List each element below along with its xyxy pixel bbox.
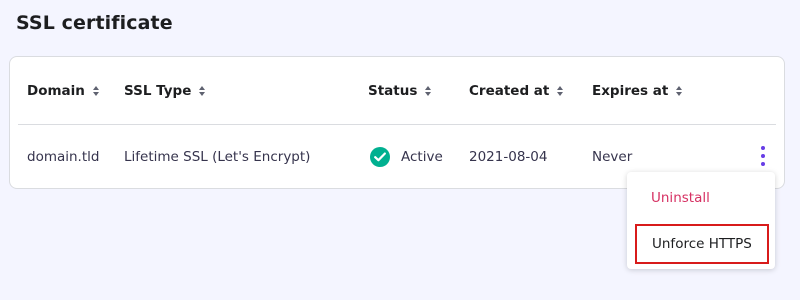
ssl-table-card: Domain SSL Type Status Created at Expire… — [9, 56, 785, 189]
column-header-label: SSL Type — [124, 83, 192, 99]
page-title: SSL certificate — [16, 12, 173, 34]
sort-icon[interactable] — [199, 85, 207, 97]
column-header-expires-at[interactable]: Expires at — [592, 57, 684, 125]
column-header-ssl-type[interactable]: SSL Type — [124, 57, 207, 125]
column-header-status[interactable]: Status — [368, 57, 433, 125]
cell-created-at: 2021-08-04 — [469, 149, 548, 165]
sort-icon[interactable] — [92, 85, 101, 97]
menu-item-uninstall[interactable]: Uninstall — [627, 180, 775, 216]
column-header-label: Created at — [469, 83, 550, 99]
sort-icon[interactable] — [557, 85, 565, 97]
column-header-domain[interactable]: Domain — [27, 57, 101, 125]
more-options-icon[interactable] — [756, 143, 770, 169]
menu-item-unforce-https[interactable]: Unforce HTTPS — [635, 224, 769, 264]
sort-icon[interactable] — [676, 85, 684, 97]
column-header-label: Status — [368, 83, 418, 99]
sort-icon[interactable] — [425, 85, 433, 97]
cell-status: Active — [370, 125, 443, 189]
check-circle-icon — [370, 147, 390, 167]
table-header: Domain SSL Type Status Created at Expire… — [10, 57, 784, 125]
page: SSL certificate Domain SSL Type Status C… — [0, 0, 800, 300]
status-label: Active — [401, 149, 443, 165]
cell-domain: domain.tld — [27, 149, 100, 165]
column-header-created-at[interactable]: Created at — [469, 57, 565, 125]
column-header-label: Domain — [27, 83, 85, 99]
row-actions-dropdown: Uninstall Unforce HTTPS — [627, 172, 775, 269]
column-header-label: Expires at — [592, 83, 669, 99]
cell-ssl-type: Lifetime SSL (Let's Encrypt) — [124, 149, 311, 165]
